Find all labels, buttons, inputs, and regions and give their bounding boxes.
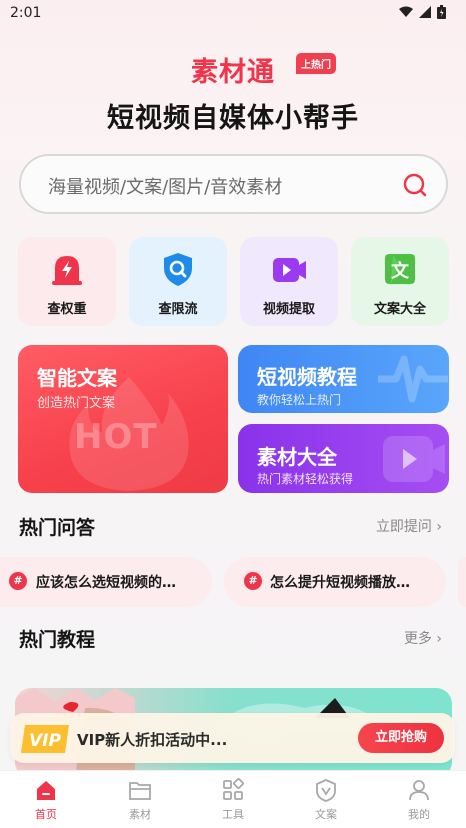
shield-v-icon (316, 779, 336, 802)
tool-label: 查限流 (158, 302, 198, 317)
more-tutorials-link[interactable]: 更多 › (404, 628, 442, 648)
app-logo-text: 素材通 (191, 57, 275, 88)
video-tutorial-card[interactable]: 短视频教程 教你轻松上热门 (238, 345, 449, 413)
tool-label: 文案大全 (373, 302, 426, 317)
alarm-icon (52, 256, 82, 285)
hash-icon: # (244, 572, 262, 590)
section-title-tutorials: 热门教程 (19, 629, 96, 651)
tab-label: 文案 (315, 808, 337, 821)
buy-now-button[interactable]: 立即抢购 (358, 723, 444, 753)
tab-label: 首页 (35, 808, 57, 821)
signal-icon (419, 6, 431, 18)
svg-text:文: 文 (391, 260, 410, 282)
search-placeholder: 海量视频/文案/图片/音效素材 (48, 177, 283, 198)
grid-icon (223, 778, 244, 800)
material-card[interactable]: 素材大全 热门素材轻松获得 (238, 424, 449, 493)
hot-watermark-text: HOT (74, 417, 158, 457)
tab-home[interactable]: 首页 (11, 777, 81, 822)
ask-now-link[interactable]: 立即提问 › (376, 516, 442, 536)
search-icon[interactable] (402, 172, 428, 198)
folder-icon (129, 782, 151, 800)
brand-header: 素材通 上热门 (0, 50, 466, 89)
battery-icon (437, 5, 446, 19)
vip-promo-bar[interactable]: VIP VIP新人折扣活动中... 立即抢购 (10, 713, 455, 763)
status-icons (399, 5, 446, 19)
tab-copy[interactable]: 文案 (291, 777, 361, 822)
smart-copy-card[interactable]: 智能文案 创造热门文案 HOT (18, 345, 228, 493)
tab-label: 我的 (408, 808, 430, 821)
tool-copywriting[interactable]: 文 文案大全 (351, 237, 449, 326)
card-title: 素材大全 (257, 445, 337, 469)
shield-search-icon (164, 253, 192, 286)
tab-tools[interactable]: 工具 (198, 777, 268, 822)
card-title: 短视频教程 (257, 365, 357, 389)
status-time: 2:01 (10, 5, 42, 21)
status-bar: 2:01 (0, 0, 466, 26)
hot-badge: 上热门 (296, 53, 336, 74)
card-subtitle: 教你轻松上热门 (257, 393, 342, 407)
app-slogan: 短视频自媒体小帮手 (107, 103, 359, 134)
tool-label: 视频提取 (262, 302, 315, 317)
card-subtitle: 热门素材轻松获得 (257, 472, 354, 486)
tab-material[interactable]: 素材 (105, 777, 175, 822)
search-input[interactable]: 海量视频/文案/图片/音效素材 (19, 154, 448, 214)
text-icon: 文 (385, 254, 415, 284)
tool-grid: 查权重 查限流 视频提取 文 文案大全 (18, 237, 449, 326)
card-title: 智能文案 (37, 366, 117, 390)
user-icon (409, 780, 429, 801)
qa-item[interactable]: # 怎么提升短视频播放… (224, 557, 446, 607)
tab-label: 工具 (222, 808, 244, 821)
qa-item[interactable]: # 应该怎么选短视频的… (0, 557, 212, 607)
vip-promo-text: VIP新人折扣活动中... (77, 731, 228, 749)
tab-label: 素材 (129, 808, 151, 821)
play-icon (383, 436, 445, 482)
tool-label: 查权重 (47, 302, 87, 317)
tab-profile[interactable]: 我的 (384, 777, 454, 822)
qa-item-partial[interactable] (458, 557, 466, 607)
wifi-icon (399, 6, 413, 17)
qa-item-text: 应该怎么选短视频的… (36, 575, 176, 591)
tool-video-extract[interactable]: 视频提取 (240, 237, 338, 326)
section-title-qa: 热门问答 (19, 517, 96, 539)
video-icon (273, 258, 306, 282)
qa-item-text: 怎么提升短视频播放… (270, 575, 410, 591)
card-subtitle: 创造热门文案 (37, 396, 116, 411)
vip-logo-text: VIP (29, 731, 61, 751)
bottom-tab-bar: 首页 素材 工具 文案 我的 (0, 770, 466, 828)
tool-check-weight[interactable]: 查权重 (18, 237, 116, 326)
waveform-icon (378, 355, 448, 403)
tool-check-limit[interactable]: 查限流 (129, 237, 227, 326)
hash-icon: # (9, 572, 27, 590)
home-icon (37, 781, 55, 800)
vip-logo-icon: VIP (21, 725, 69, 753)
